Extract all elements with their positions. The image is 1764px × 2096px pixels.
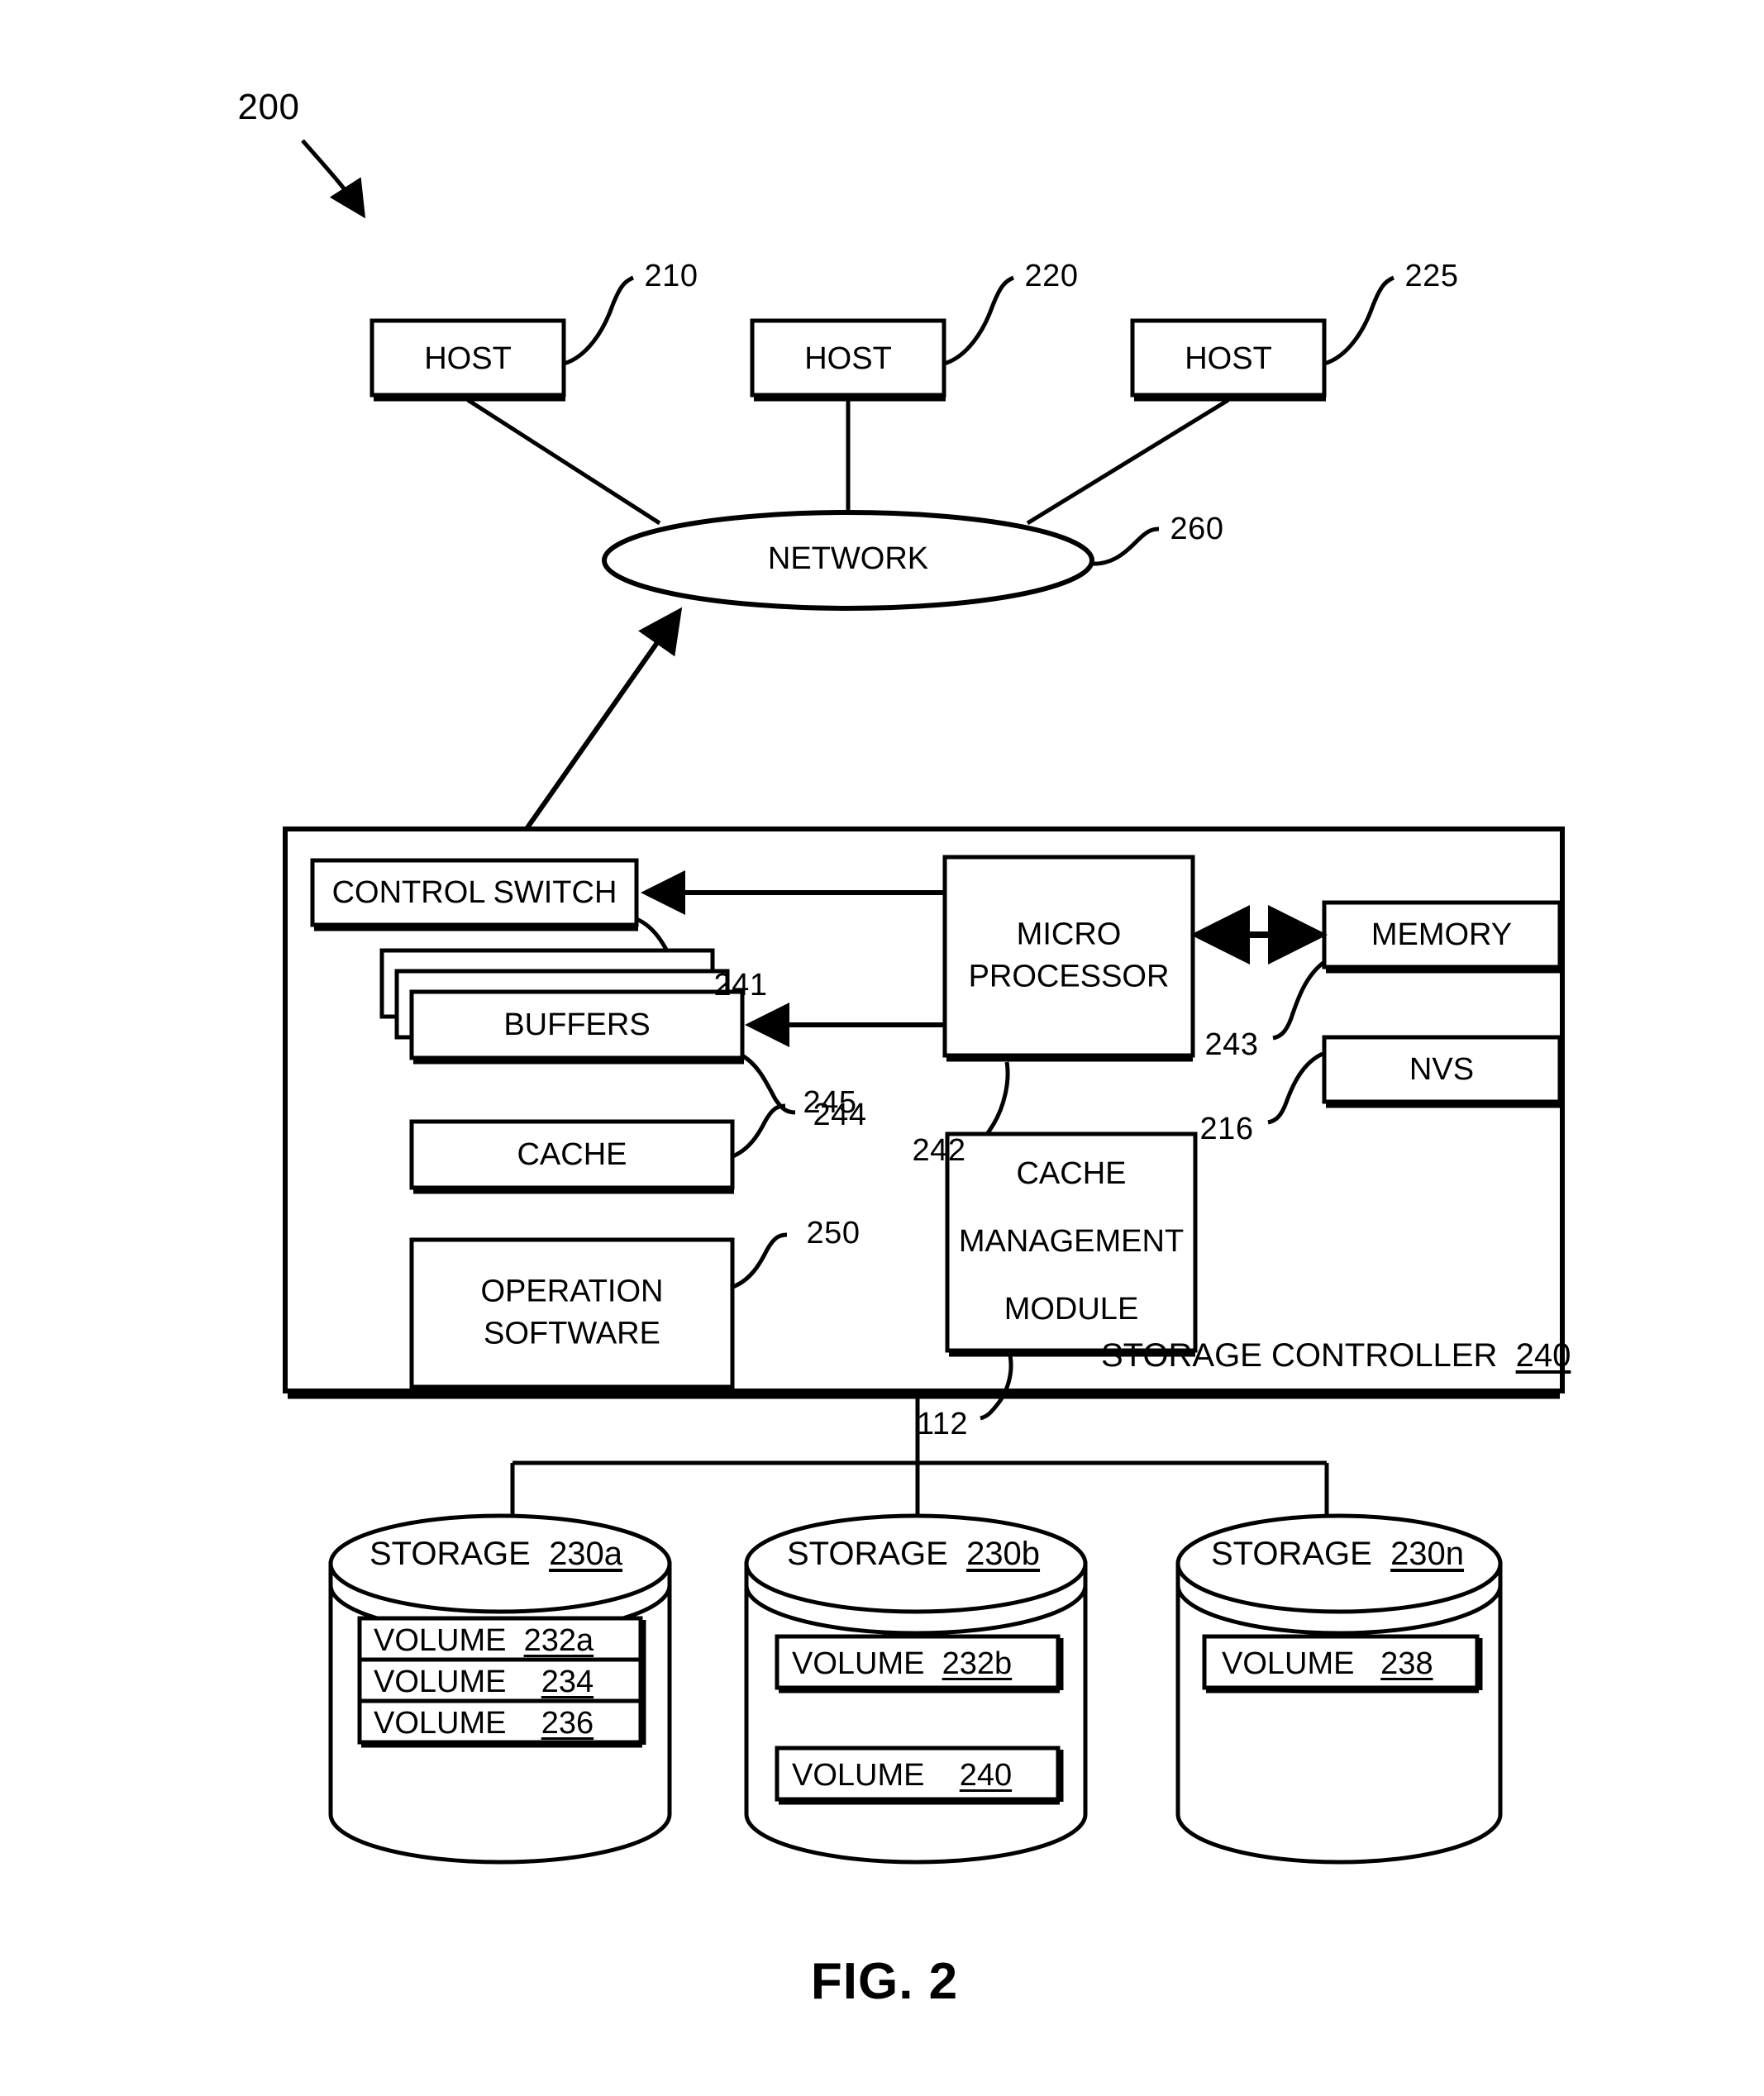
volume-232b-ref: 232b — [942, 1646, 1013, 1681]
microprocessor-line2: PROCESSOR — [968, 960, 1170, 994]
memory-label: MEMORY — [1371, 917, 1513, 952]
cache-management-module-line2: MANAGEMENT — [958, 1224, 1185, 1259]
storage-ref-230a: 230a — [549, 1536, 623, 1572]
cache-management-module-line1: CACHE — [1016, 1156, 1127, 1191]
volume-240-text: VOLUME — [792, 1758, 925, 1793]
storage-controller-box — [283, 826, 1565, 1399]
leader-241 — [635, 917, 698, 984]
operation-software-label: OPERATION SOFTWARE — [481, 1271, 664, 1356]
leader-260 — [1089, 526, 1160, 566]
network-label: NETWORK — [767, 541, 929, 576]
volume-label-240: VOLUME 240 — [792, 1760, 1012, 1791]
system-leader-arrow — [301, 139, 366, 219]
volume-234-text: VOLUME — [374, 1665, 507, 1699]
host-network-links — [466, 398, 1230, 526]
figure-caption: FIG. 2 — [810, 1953, 959, 2010]
volume-236-text: VOLUME — [374, 1706, 507, 1741]
control-switch-ref: 241 — [713, 968, 768, 1003]
host-label-220: HOST — [804, 341, 892, 376]
volume-label-238: VOLUME 238 — [1222, 1648, 1433, 1679]
host-label-210: HOST — [424, 341, 512, 376]
volume-232a-ref: 232a — [523, 1623, 594, 1658]
operation-software-line1: OPERATION — [480, 1274, 664, 1309]
leader-244 — [739, 1052, 796, 1115]
control-switch-label: CONTROL SWITCH — [331, 875, 617, 910]
figure-canvas: 200 HOST HOST HOST 210 220 225 NETWORK 2… — [0, 0, 1764, 2096]
leader-112 — [980, 1355, 1013, 1421]
leader-243 — [1272, 960, 1326, 1041]
volume-236-ref: 236 — [541, 1706, 594, 1741]
storage-controller-title-text: STORAGE CONTROLLER — [1101, 1337, 1498, 1374]
storage-controller-ref: 240 — [1515, 1337, 1571, 1374]
volume-238-ref: 238 — [1380, 1646, 1433, 1681]
nvs-ref: 216 — [1199, 1112, 1254, 1146]
leader-216 — [1267, 1051, 1324, 1125]
storage-title-230n: STORAGE 230n — [1211, 1537, 1464, 1570]
host-label-225: HOST — [1185, 341, 1272, 376]
storage-ref-230n: 230n — [1390, 1536, 1465, 1572]
storage-title-230a-text: STORAGE — [369, 1536, 531, 1572]
microprocessor-label: MICRO PROCESSOR — [969, 914, 1170, 999]
cache-label: CACHE — [517, 1137, 627, 1172]
network-controller-arrow — [510, 607, 683, 850]
storage-title-230b: STORAGE 230b — [787, 1537, 1040, 1570]
volume-234-ref: 234 — [541, 1665, 594, 1699]
buffers-stack — [379, 948, 745, 1065]
leader-250 — [730, 1232, 788, 1290]
leader-245 — [730, 1103, 786, 1160]
volume-label-232a: VOLUME 232a — [374, 1625, 594, 1656]
microprocessor-line1: MICRO — [1016, 917, 1122, 952]
volume-238-text: VOLUME — [1222, 1646, 1355, 1681]
volume-232a-text: VOLUME — [374, 1623, 507, 1658]
leader-210 — [563, 275, 635, 366]
storage-title-230n-text: STORAGE — [1210, 1536, 1372, 1572]
leader-225 — [1323, 275, 1395, 366]
host-ref-210: 210 — [644, 259, 698, 293]
nvs-label: NVS — [1409, 1052, 1475, 1087]
volume-232b-text: VOLUME — [792, 1646, 925, 1681]
volume-240-ref: 240 — [959, 1758, 1013, 1793]
cache-ref: 245 — [803, 1085, 857, 1120]
host-ref-225: 225 — [1404, 259, 1459, 293]
buffers-label: BUFFERS — [503, 1008, 651, 1042]
memory-ref: 243 — [1204, 1027, 1259, 1062]
operation-software-line2: SOFTWARE — [484, 1317, 660, 1351]
system-ref-label: 200 — [237, 87, 300, 127]
leader-242 — [974, 1061, 1010, 1147]
storage-controller-title: STORAGE CONTROLLER 240 — [1101, 1339, 1571, 1372]
storage-title-230b-text: STORAGE — [786, 1536, 948, 1572]
storage-ref-230b: 230b — [966, 1536, 1041, 1572]
cache-management-module-line3: MODULE — [1004, 1292, 1139, 1327]
operation-software-ref: 250 — [806, 1216, 861, 1250]
cache-management-module-ref: 112 — [916, 1407, 969, 1441]
storage-title-230a: STORAGE 230a — [369, 1537, 622, 1570]
volume-label-232b: VOLUME 232b — [792, 1648, 1012, 1679]
network-ref: 260 — [1170, 512, 1224, 546]
volume-label-236: VOLUME 236 — [374, 1708, 594, 1739]
volume-label-234: VOLUME 234 — [374, 1666, 594, 1698]
leader-220 — [943, 275, 1015, 366]
host-ref-220: 220 — [1024, 259, 1079, 293]
microprocessor-ref: 242 — [912, 1133, 966, 1168]
